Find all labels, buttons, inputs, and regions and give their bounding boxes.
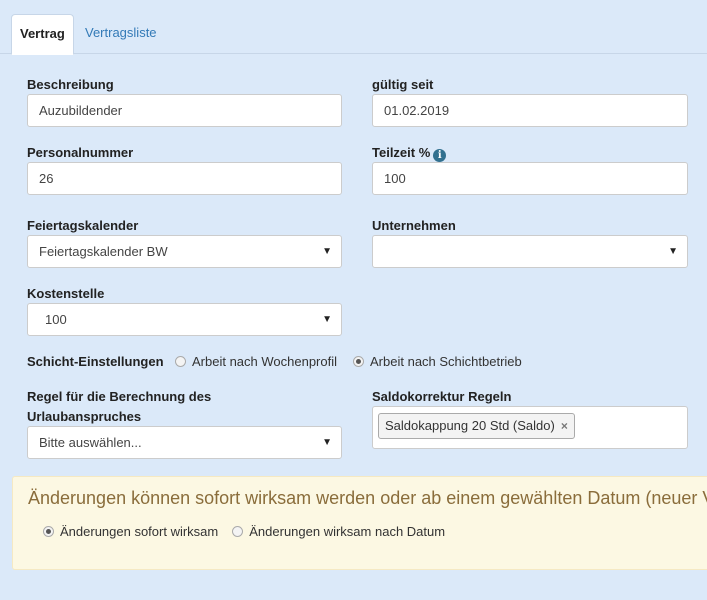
feiertagskalender-label: Feiertagskalender bbox=[27, 218, 139, 233]
notice-title: Änderungen können sofort wirksam werden … bbox=[28, 488, 707, 508]
beschreibung-label: Beschreibung bbox=[27, 77, 114, 92]
personalnummer-input[interactable]: 26 bbox=[27, 162, 342, 195]
saldokorrektur-tag-label: Saldokappung 20 Std (Saldo) bbox=[385, 418, 555, 433]
tab-vertrag[interactable]: Vertrag bbox=[11, 14, 74, 55]
tab-bar: Vertrag Vertragsliste bbox=[0, 0, 707, 55]
schicht-radio-group: Arbeit nach Wochenprofil Arbeit nach Schi… bbox=[175, 354, 536, 369]
radio-wirksam-nach-datum-label: Änderungen wirksam nach Datum bbox=[249, 524, 446, 539]
radio-wirksam-nach-datum[interactable]: Änderungen wirksam nach Datum bbox=[232, 524, 445, 539]
chevron-down-icon: ▼ bbox=[668, 246, 678, 257]
urlaubsregel-label-line2: Urlaubanspruches bbox=[27, 409, 142, 424]
gueltig-seit-label: gültig seit bbox=[372, 77, 434, 92]
personalnummer-label: Personalnummer bbox=[27, 145, 134, 160]
kostenstelle-label: Kostenstelle bbox=[27, 286, 105, 301]
notice-radio-group: Änderungen sofort wirksam Änderungen wirk… bbox=[43, 524, 459, 539]
unternehmen-select[interactable]: ▼ bbox=[372, 235, 688, 268]
tab-vertragsliste[interactable]: Vertragsliste bbox=[77, 14, 165, 54]
kostenstelle-select[interactable]: 100 ▼ bbox=[27, 303, 342, 336]
info-icon[interactable]: i bbox=[433, 149, 447, 162]
radio-wochenprofil-label: Arbeit nach Wochenprofil bbox=[192, 354, 338, 369]
radio-sofort-wirksam[interactable]: Änderungen sofort wirksam bbox=[43, 524, 218, 539]
feiertagskalender-value: Feiertagskalender BW bbox=[39, 244, 168, 259]
teilzeit-label-wrap: Teilzeit % i bbox=[372, 145, 447, 162]
close-icon[interactable]: × bbox=[561, 419, 568, 433]
urlaubsregel-select[interactable]: Bitte auswählen... ▼ bbox=[27, 426, 342, 459]
teilzeit-input[interactable]: 100 bbox=[372, 162, 688, 195]
chevron-down-icon: ▼ bbox=[322, 314, 332, 325]
radio-schichtbetrieb-label: Arbeit nach Schichtbetrieb bbox=[370, 354, 522, 369]
radio-icon[interactable] bbox=[43, 526, 54, 537]
feiertagskalender-select[interactable]: Feiertagskalender BW ▼ bbox=[27, 235, 342, 268]
chevron-down-icon: ▼ bbox=[322, 437, 332, 448]
chevron-down-icon: ▼ bbox=[322, 246, 332, 257]
teilzeit-label: Teilzeit % bbox=[372, 145, 431, 160]
radio-icon[interactable] bbox=[353, 356, 365, 367]
radio-sofort-wirksam-label: Änderungen sofort wirksam bbox=[60, 524, 219, 539]
gueltig-seit-input[interactable]: 01.02.2019 bbox=[372, 94, 688, 127]
urlaubsregel-label-line1: Regel für die Berechnung des bbox=[27, 389, 212, 404]
unternehmen-label: Unternehmen bbox=[372, 218, 456, 233]
urlaubsregel-value: Bitte auswählen... bbox=[39, 435, 142, 450]
change-notice: Änderungen können sofort wirksam werden … bbox=[12, 476, 707, 570]
schicht-label: Schicht-Einstellungen bbox=[27, 354, 164, 369]
radio-icon[interactable] bbox=[232, 526, 244, 537]
saldokorrektur-tag: Saldokappung 20 Std (Saldo) × bbox=[378, 413, 575, 439]
radio-wochenprofil[interactable]: Arbeit nach Wochenprofil bbox=[175, 354, 337, 369]
radio-icon[interactable] bbox=[175, 356, 186, 367]
saldokorrektur-label: Saldokorrektur Regeln bbox=[372, 389, 512, 404]
kostenstelle-value: 100 bbox=[45, 312, 67, 327]
radio-schichtbetrieb[interactable]: Arbeit nach Schichtbetrieb bbox=[353, 354, 522, 369]
beschreibung-input[interactable]: Auzubildender bbox=[27, 94, 342, 127]
